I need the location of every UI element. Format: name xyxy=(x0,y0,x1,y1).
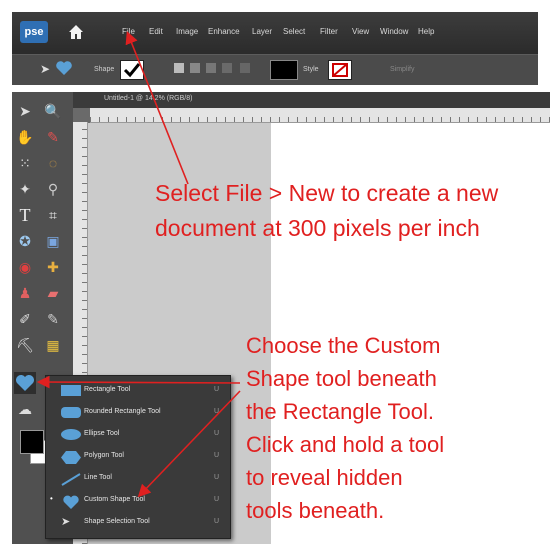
flyout-item-label: Custom Shape Tool xyxy=(84,496,145,503)
home-icon[interactable] xyxy=(66,22,86,42)
flyout-item-line[interactable]: Line Tool U xyxy=(46,468,230,490)
menu-edit[interactable]: Edit xyxy=(149,27,163,36)
clone-stamp-icon[interactable]: ♟ xyxy=(14,282,36,304)
annotation-custom-shape-line6: tools beneath. xyxy=(246,498,385,523)
flyout-item-shortcut: U xyxy=(214,452,220,459)
add-to-shape-icon[interactable] xyxy=(190,63,200,73)
eyedropper-tool-icon[interactable]: ✎ xyxy=(42,126,64,148)
text-tool-icon[interactable]: T xyxy=(14,204,36,226)
annotation-custom-shape-line5: to reveal hidden xyxy=(246,465,403,490)
flyout-item-label: Rectangle Tool xyxy=(84,386,131,393)
flyout-item-label: Line Tool xyxy=(84,474,112,481)
exclude-shape-icon[interactable] xyxy=(240,63,250,73)
heart-icon[interactable] xyxy=(55,60,73,76)
smart-brush-icon[interactable]: ✎ xyxy=(42,308,64,330)
menu-layer[interactable]: Layer xyxy=(252,27,272,36)
magic-wand-icon[interactable]: ⚲ xyxy=(42,178,64,200)
menu-select[interactable]: Select xyxy=(283,27,305,36)
annotation-file-new-line2: document at 300 pixels per inch xyxy=(155,215,480,241)
flyout-item-shortcut: U xyxy=(214,430,220,437)
paint-bucket-icon[interactable]: ⛏ xyxy=(14,334,36,356)
annotation-custom-shape-line2: Shape tool beneath xyxy=(246,366,437,391)
flyout-item-shortcut: U xyxy=(214,496,220,503)
flyout-item-shortcut: U xyxy=(214,408,220,415)
menu-bar xyxy=(12,12,538,54)
red-eye-icon[interactable]: ◉ xyxy=(14,256,36,278)
annotation-custom-shape-line4: Click and hold a tool xyxy=(246,432,445,457)
annotation-custom-shape-line3: the Rectangle Tool. xyxy=(246,399,434,424)
flyout-item-shortcut: U xyxy=(214,386,220,393)
brush-tool-icon[interactable]: ✐ xyxy=(14,308,36,330)
menu-window[interactable]: Window xyxy=(380,27,408,36)
healing-brush-icon[interactable]: ✚ xyxy=(42,256,64,278)
annotation-file-new-line1: Select File > New to create a new xyxy=(155,180,499,206)
eraser-tool-icon[interactable]: ▰ xyxy=(42,282,64,304)
annotation-custom-shape-line1: Choose the Custom xyxy=(246,333,441,358)
intersect-shape-icon[interactable] xyxy=(222,63,232,73)
simplify-button[interactable]: Simplify xyxy=(390,66,415,73)
shape-picker[interactable] xyxy=(120,60,144,80)
subtract-shape-icon[interactable] xyxy=(206,63,216,73)
foreground-color-swatch[interactable] xyxy=(20,430,44,454)
zoom-tool-icon[interactable]: 🔍 xyxy=(42,100,64,122)
rectangle-icon xyxy=(61,385,81,396)
flyout-item-shape-selection[interactable]: ➤ Shape Selection Tool U xyxy=(46,512,230,534)
arrow-icon: ➤ xyxy=(61,516,71,528)
flyout-item-custom-shape[interactable]: • Custom Shape Tool U xyxy=(46,490,230,512)
flyout-item-rounded-rectangle[interactable]: Rounded Rectangle Tool U xyxy=(46,402,230,424)
shape-label: Shape xyxy=(94,66,115,73)
hand-tool-icon[interactable]: ✋ xyxy=(14,126,36,148)
menu-filter[interactable]: Filter xyxy=(320,27,338,36)
style-picker[interactable] xyxy=(328,60,352,80)
cookie-cutter-icon[interactable]: ✪ xyxy=(14,230,36,252)
marquee-tool-icon[interactable]: ⁙ xyxy=(14,152,36,174)
shape-tools-flyout: Rectangle Tool U Rounded Rectangle Tool … xyxy=(45,375,231,539)
color-swatch[interactable] xyxy=(270,60,298,80)
document-title: Untitled-1 @ 14.2% (RGB/8) xyxy=(104,95,193,102)
menu-view[interactable]: View xyxy=(352,27,369,36)
flyout-item-shortcut: U xyxy=(214,518,220,525)
line-icon xyxy=(61,473,81,486)
move-tool-icon[interactable]: ➤ xyxy=(14,100,36,122)
lasso-tool-icon[interactable]: ◌ xyxy=(42,152,64,174)
style-label: Style xyxy=(303,66,319,73)
new-shape-layer-icon[interactable] xyxy=(174,63,184,73)
gradient-tool-icon[interactable]: ▦ xyxy=(42,334,64,356)
ellipse-icon xyxy=(61,429,81,440)
app-logo[interactable]: pse xyxy=(20,21,48,43)
menu-help[interactable]: Help xyxy=(418,27,434,36)
menu-file[interactable]: File xyxy=(122,27,135,36)
flyout-item-label: Shape Selection Tool xyxy=(84,518,150,525)
crop-tool-icon[interactable]: ⌗ xyxy=(42,204,64,226)
arrow-icon[interactable]: ➤ xyxy=(40,62,50,76)
flyout-item-rectangle[interactable]: Rectangle Tool U xyxy=(46,380,230,402)
custom-shape-tool-icon[interactable] xyxy=(14,372,36,394)
quick-selection-icon[interactable]: ✦ xyxy=(14,178,36,200)
selected-bullet-icon: • xyxy=(50,494,53,503)
flyout-item-shortcut: U xyxy=(214,474,220,481)
flyout-item-label: Polygon Tool xyxy=(84,452,124,459)
flyout-item-label: Ellipse Tool xyxy=(84,430,120,437)
flyout-item-polygon[interactable]: Polygon Tool U xyxy=(46,446,230,468)
flyout-item-ellipse[interactable]: Ellipse Tool U xyxy=(46,424,230,446)
polygon-icon xyxy=(61,451,81,464)
menu-enhance[interactable]: Enhance xyxy=(208,27,240,36)
blur-tool-icon[interactable]: ☁ xyxy=(14,398,36,420)
flyout-item-label: Rounded Rectangle Tool xyxy=(84,408,161,415)
rounded-rectangle-icon xyxy=(61,407,81,418)
recompose-tool-icon[interactable]: ▣ xyxy=(42,230,64,252)
heart-icon xyxy=(61,495,81,509)
horizontal-ruler xyxy=(90,108,550,123)
menu-image[interactable]: Image xyxy=(176,27,198,36)
